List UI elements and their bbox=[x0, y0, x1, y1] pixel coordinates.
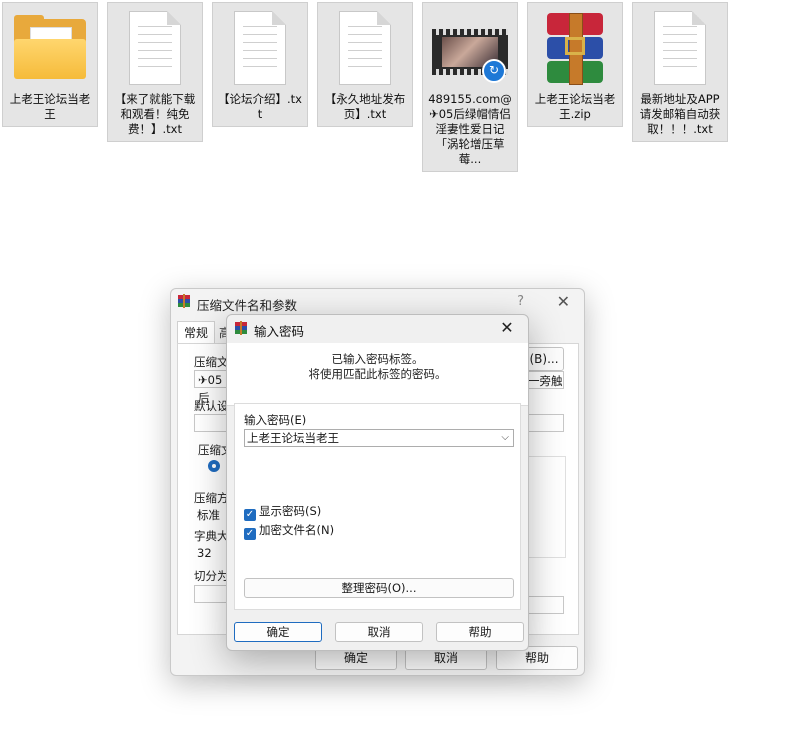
winrar-archive-icon bbox=[535, 9, 615, 89]
compression-method-select[interactable]: 标准 bbox=[194, 506, 230, 524]
dialog-title: 输入密码 bbox=[254, 324, 305, 339]
winrar-icon bbox=[178, 294, 190, 308]
text-document-icon bbox=[115, 9, 195, 89]
ok-button[interactable]: 确定 bbox=[234, 622, 322, 642]
dialog-title: 压缩文件名和参数 bbox=[197, 298, 298, 313]
checkmark-icon: ✓ bbox=[244, 509, 256, 521]
text-document-icon bbox=[220, 9, 300, 89]
file-video[interactable]: ↻ 489155.com@✈05后绿帽情侣淫妻性爱日记「涡轮增压草莓... bbox=[422, 2, 518, 172]
profile-select[interactable] bbox=[524, 414, 564, 432]
winrar-icon bbox=[235, 321, 247, 335]
file-name: 上老王论坛当老王 bbox=[9, 92, 91, 121]
file-archive[interactable]: 上老王论坛当老王.zip bbox=[527, 2, 623, 127]
password-set-field[interactable] bbox=[528, 596, 564, 614]
file-name: 【永久地址发布页】.txt bbox=[324, 92, 406, 121]
cancel-button[interactable]: 取消 bbox=[335, 622, 423, 642]
archive-name-label: 压缩文 bbox=[194, 355, 229, 369]
format-radio-rar[interactable] bbox=[208, 460, 220, 472]
password-label: 输入密码(E) bbox=[244, 413, 307, 427]
password-panel: 输入密码(E) 上老王论坛当老王 ⌵ ✓ 显示密码(S) ✓ 加密文件名(N) 整理… bbox=[234, 403, 521, 610]
file-text[interactable]: 【来了就能下载和观看！纯免费！】.txt bbox=[107, 2, 203, 142]
message-line-2: 将使用匹配此标签的密码。 bbox=[308, 367, 447, 381]
close-icon[interactable]: ✕ bbox=[557, 292, 570, 311]
video-thumbnail-icon: ↻ bbox=[430, 9, 510, 89]
password-combobox[interactable]: 上老王论坛当老王 ⌵ bbox=[244, 429, 514, 447]
file-name: 最新地址及APP请发邮箱自动获取！！！.txt bbox=[639, 92, 721, 136]
chevron-down-icon[interactable]: ⌵ bbox=[501, 430, 509, 446]
password-value: 上老王论坛当老王 bbox=[247, 431, 339, 445]
help-button[interactable]: 帮助 bbox=[436, 622, 524, 642]
options-group bbox=[528, 456, 566, 558]
file-name: 上老王论坛当老王.zip bbox=[534, 92, 616, 121]
file-text[interactable]: 最新地址及APP请发邮箱自动获取！！！.txt bbox=[632, 2, 728, 142]
file-text[interactable]: 【论坛介绍】.txt bbox=[212, 2, 308, 127]
compression-method-label: 压缩方 bbox=[194, 491, 229, 505]
checkmark-icon: ✓ bbox=[244, 528, 256, 540]
show-password-label: 显示密码(S) bbox=[259, 504, 322, 518]
browse-button[interactable]: (B)... bbox=[524, 347, 564, 371]
encrypt-filenames-checkbox[interactable]: ✓ 加密文件名(N) bbox=[244, 523, 334, 540]
profile-button[interactable] bbox=[194, 414, 230, 432]
file-name: 【来了就能下载和观看！纯免费！】.txt bbox=[114, 92, 196, 136]
enter-password-dialog: 输入密码 ✕ 已输入密码标签。 将使用匹配此标签的密码。 输入密码(E) 上老王… bbox=[226, 314, 529, 651]
split-volumes-input[interactable] bbox=[194, 585, 230, 603]
folder-icon bbox=[10, 9, 90, 89]
message-area: 已输入密码标签。 将使用匹配此标签的密码。 bbox=[227, 343, 528, 406]
file-name: 489155.com@✈05后绿帽情侣淫妻性爱日记「涡轮增压草莓... bbox=[428, 92, 512, 166]
organize-passwords-button[interactable]: 整理密码(O)... bbox=[244, 578, 514, 598]
show-password-checkbox[interactable]: ✓ 显示密码(S) bbox=[244, 504, 321, 521]
file-text[interactable]: 【永久地址发布页】.txt bbox=[317, 2, 413, 127]
media-player-badge-icon: ↻ bbox=[482, 59, 506, 83]
tab-general[interactable]: 常规 bbox=[177, 321, 216, 343]
update-mode-select[interactable]: 一旁触 bbox=[524, 371, 564, 389]
message-line-1: 已输入密码标签。 bbox=[331, 352, 424, 366]
file-folder[interactable]: 上老王论坛当老王 bbox=[2, 2, 98, 127]
dictionary-size-select[interactable]: 32 bbox=[194, 544, 230, 562]
help-icon[interactable]: ? bbox=[517, 294, 524, 309]
file-name: 【论坛介绍】.txt bbox=[218, 92, 302, 121]
text-document-icon bbox=[640, 9, 720, 89]
text-document-icon bbox=[325, 9, 405, 89]
close-button[interactable]: ✕ bbox=[494, 317, 520, 339]
encrypt-filenames-label: 加密文件名(N) bbox=[259, 523, 335, 537]
